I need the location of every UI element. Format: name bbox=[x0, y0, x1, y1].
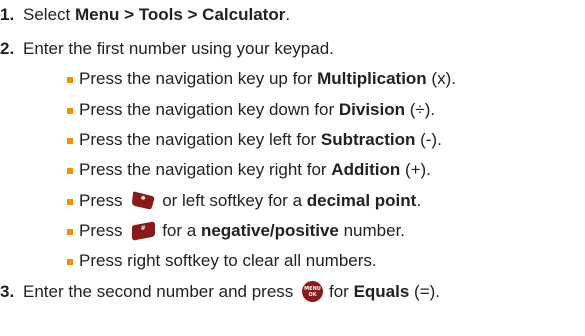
bullet-text: Press ✱ or left softkey for a decimal poi… bbox=[79, 188, 421, 214]
bullet-marker bbox=[67, 138, 73, 144]
star-key-symbol: ✱ bbox=[140, 195, 146, 203]
bullet-text: Press the navigation key up for Multipli… bbox=[79, 66, 456, 92]
calculator-instructions: 1. Select Menu > Tools > Calculator. 2. … bbox=[0, 0, 585, 336]
bullet-text: Press the navigation key right for Addit… bbox=[79, 157, 431, 183]
text-segment: or left softkey for a bbox=[162, 191, 307, 210]
operation-name: Division bbox=[338, 100, 405, 119]
bullet-text: Press the navigation key left for Subtra… bbox=[79, 127, 442, 153]
text-segment: for bbox=[329, 282, 354, 301]
operation-name: Equals bbox=[353, 282, 410, 301]
bullet-text: Press the navigation key down for Divisi… bbox=[79, 97, 435, 123]
text-segment: (x). bbox=[426, 69, 456, 88]
menu-path: Menu > Tools > Calculator bbox=[74, 5, 286, 24]
text-segment: Press the navigation key left for bbox=[79, 130, 321, 149]
text-segment: Press the navigation key up for bbox=[79, 69, 318, 88]
menu-key-bottom-label: OK bbox=[308, 292, 317, 299]
bullet-marker bbox=[67, 259, 73, 265]
pound-key-symbol: # bbox=[140, 225, 146, 233]
text-segment: Press bbox=[79, 221, 128, 240]
operation-name: decimal point bbox=[306, 191, 417, 210]
text-segment: Press bbox=[79, 191, 128, 210]
step-text: Select Menu > Tools > Calculator. bbox=[23, 2, 290, 28]
text-segment: . bbox=[416, 191, 422, 210]
text-segment: Enter the second number and press bbox=[23, 282, 298, 301]
operation-name: Subtraction bbox=[320, 130, 416, 149]
step-number: 1. bbox=[0, 5, 15, 24]
step-text: Enter the second number and press MENU OK… bbox=[23, 279, 440, 305]
bullet-text: Press right softkey to clear all numbers… bbox=[79, 251, 377, 270]
text-segment: Press the navigation key down for bbox=[79, 100, 339, 119]
star-key-icon: ✱ bbox=[131, 190, 156, 211]
text-segment: . bbox=[285, 5, 291, 24]
pound-key-icon: # bbox=[131, 220, 156, 241]
text-segment: for a bbox=[162, 221, 201, 240]
operation-name: Addition bbox=[331, 160, 401, 179]
text-segment: Select bbox=[23, 5, 75, 24]
bullet-marker bbox=[67, 77, 73, 83]
text-segment: number. bbox=[338, 221, 406, 240]
operation-name: negative/positive bbox=[200, 221, 339, 240]
bullet-marker bbox=[67, 229, 73, 235]
text-segment: (=). bbox=[409, 282, 441, 301]
text-segment: (-). bbox=[415, 130, 442, 149]
text-segment: (÷). bbox=[405, 100, 436, 119]
step-text: Enter the first number using your keypad… bbox=[23, 39, 334, 58]
step-number: 2. bbox=[0, 39, 15, 58]
text-segment: Press the navigation key right for bbox=[79, 160, 332, 179]
bullet-marker bbox=[67, 108, 73, 114]
bullet-marker bbox=[67, 199, 73, 205]
bullet-text: Press # for a negative/positive number. bbox=[79, 218, 405, 244]
step-number: 3. bbox=[0, 282, 15, 301]
operation-name: Multiplication bbox=[317, 69, 427, 88]
bullet-marker bbox=[67, 168, 73, 174]
text-segment: (+). bbox=[400, 160, 431, 179]
menu-ok-key-icon: MENU OK bbox=[302, 281, 323, 303]
